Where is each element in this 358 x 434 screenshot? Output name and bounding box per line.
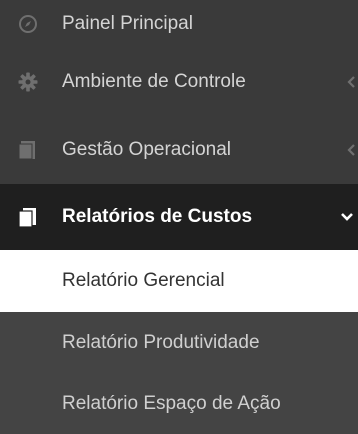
chevron-left-icon <box>344 70 358 94</box>
compass-icon <box>16 12 40 36</box>
sidebar-item-gestao-operacional[interactable]: Gestão Operacional <box>0 116 358 184</box>
sidebar-item-relatorios-de-custos[interactable]: Relatórios de Custos <box>0 184 358 250</box>
submenu-relatorios: Relatório Gerencial Relatório Produtivid… <box>0 250 358 434</box>
submenu-item-label: Relatório Gerencial <box>62 270 225 291</box>
sidebar-item-painel-principal[interactable]: Painel Principal <box>0 0 358 48</box>
sidebar-item-label: Gestão Operacional <box>62 139 231 160</box>
documents-icon <box>16 205 40 229</box>
gear-icon <box>16 70 40 94</box>
folder-icon <box>16 138 40 162</box>
submenu-item-label: Relatório Produtividade <box>62 331 260 353</box>
sidebar-item-label: Painel Principal <box>62 13 193 34</box>
sidebar-item-label: Relatórios de Custos <box>62 206 253 227</box>
chevron-left-icon <box>344 138 358 162</box>
sidebar-item-ambiente-de-controle[interactable]: Ambiente de Controle <box>0 48 358 116</box>
sidebar-item-label: Ambiente de Controle <box>62 71 246 92</box>
chevron-down-icon <box>340 205 354 229</box>
submenu-item-relatorio-gerencial[interactable]: Relatório Gerencial <box>0 250 358 312</box>
submenu-item-relatorio-espaco-de-acao[interactable]: Relatório Espaço de Ação <box>0 373 358 434</box>
sidebar-nav: Painel Principal Ambiente de Controle Ge… <box>0 0 358 434</box>
submenu-item-relatorio-produtividade[interactable]: Relatório Produtividade <box>0 312 358 373</box>
submenu-item-label: Relatório Espaço de Ação <box>62 392 281 414</box>
